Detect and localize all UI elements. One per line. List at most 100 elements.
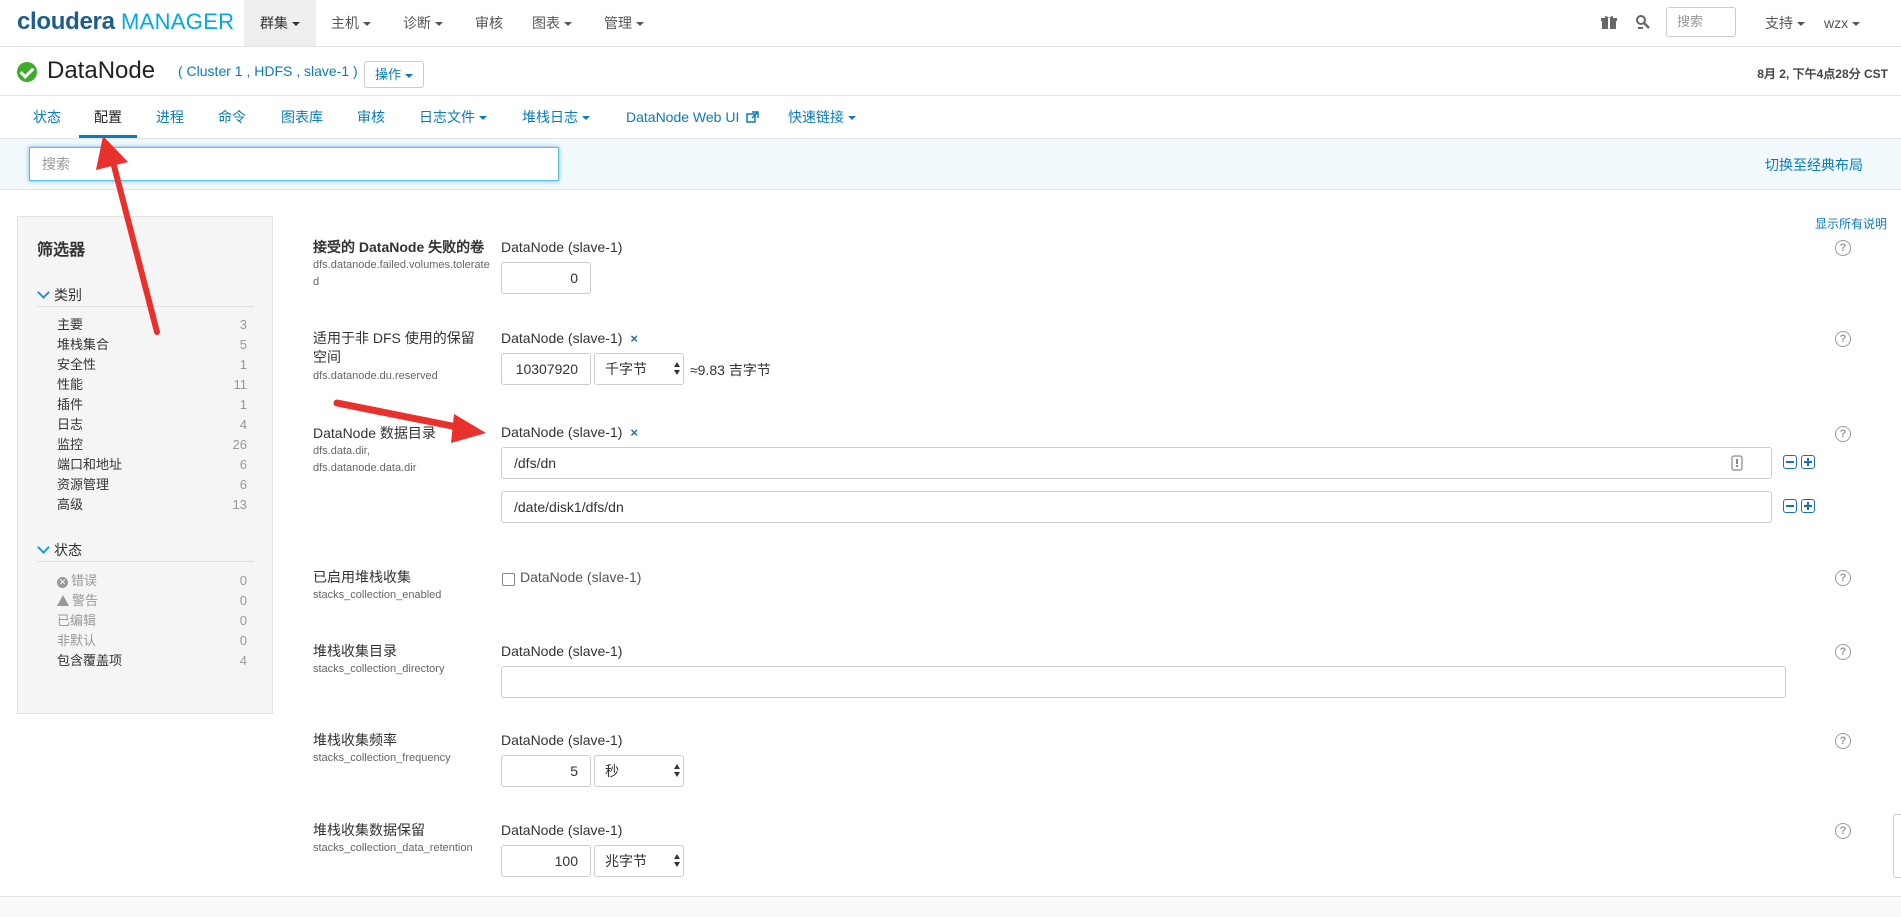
remove-row-icon[interactable]	[1783, 455, 1797, 469]
stacks-dir-input[interactable]	[501, 666, 1786, 698]
category-section-toggle[interactable]: 类别	[37, 285, 82, 305]
stacks-frequency-unit-select[interactable]: 秒	[594, 755, 684, 787]
category-count: 11	[233, 377, 248, 392]
help-icon[interactable]: ?	[1835, 733, 1851, 749]
nav-hosts[interactable]: 主机	[315, 0, 387, 46]
filter-category-item[interactable]: 堆栈集合 5	[57, 335, 247, 355]
unit-value: 兆字节	[605, 853, 647, 869]
tab-commands[interactable]: 命令	[203, 96, 261, 138]
config-label: 已启用堆栈收集	[313, 569, 411, 585]
filter-category-item[interactable]: 插件 1	[57, 395, 247, 415]
remove-row-icon[interactable]	[1783, 499, 1797, 513]
cloudera-manager-logo[interactable]: cloudera MANAGER	[17, 8, 234, 36]
filter-category-item[interactable]: 高级 13	[57, 495, 247, 515]
tab-stack-logs-label: 堆栈日志	[522, 109, 578, 125]
gift-icon[interactable]	[1601, 15, 1617, 30]
tab-log-files[interactable]: 日志文件	[404, 96, 502, 138]
config-scope: DataNode (slave-1)	[501, 643, 623, 659]
tab-quick-links[interactable]: 快速链接	[773, 96, 871, 138]
tab-web-ui-label: DataNode Web UI	[626, 109, 740, 125]
status-section-toggle[interactable]: 状态	[37, 540, 82, 560]
filter-category-item[interactable]: 监控 26	[57, 435, 247, 455]
data-dir-input-2[interactable]: /date/disk1/dfs/dn	[501, 491, 1772, 523]
nav-charts[interactable]: 图表	[516, 0, 588, 46]
tab-datanode-web-ui[interactable]: DataNode Web UI	[611, 96, 775, 138]
stacks-enabled-checkbox[interactable]	[502, 573, 515, 586]
failed-volumes-input[interactable]: 0	[501, 262, 591, 294]
du-reserved-unit-select[interactable]: 千字节	[594, 353, 684, 385]
help-icon[interactable]: ?	[1835, 570, 1851, 586]
nav-admin[interactable]: 管理	[588, 0, 660, 46]
footer-bar	[0, 896, 1901, 917]
tab-processes[interactable]: 进程	[141, 96, 199, 138]
config-label: 堆栈收集频率	[313, 732, 397, 748]
actions-button[interactable]: 操作	[364, 61, 425, 88]
tab-chart-library[interactable]: 图表库	[266, 96, 338, 138]
filter-status-non-default[interactable]: 非默认 0	[57, 631, 247, 651]
switch-classic-layout-link[interactable]: 切换至经典布局	[1765, 155, 1863, 175]
status-count: 0	[239, 633, 247, 648]
nav-charts-label: 图表	[532, 15, 560, 31]
config-key: dfs.datanode.failed.volumes.tolerated	[313, 259, 490, 288]
category-label: 安全性	[57, 357, 97, 372]
tab-audits[interactable]: 审核	[342, 96, 400, 138]
data-dir-input-1[interactable]: /dfs/dn	[501, 447, 1772, 479]
category-label: 监控	[57, 437, 84, 452]
unit-value: 秒	[605, 763, 619, 779]
config-key: stacks_collection_data_retention	[313, 842, 473, 854]
add-row-icon[interactable]	[1801, 499, 1815, 513]
keychain-icon[interactable]	[1731, 455, 1743, 471]
tab-configuration[interactable]: 配置	[79, 96, 137, 138]
nav-user[interactable]: wzx	[1808, 0, 1876, 46]
du-reserved-input[interactable]: 10307920	[501, 353, 591, 385]
stacks-retention-input[interactable]: 100	[501, 845, 591, 877]
help-icon[interactable]: ?	[1835, 823, 1851, 839]
parcel-icon[interactable]	[1635, 14, 1651, 30]
filter-status-error[interactable]: ✕ 错误 0	[57, 571, 247, 591]
remove-override-icon[interactable]: ×	[630, 425, 638, 440]
actions-label: 操作	[375, 67, 402, 82]
page-title: DataNode	[47, 57, 156, 84]
config-label: 接受的 DataNode 失败的卷	[313, 239, 485, 255]
filter-status-edited[interactable]: 已编辑 0	[57, 611, 247, 631]
unit-value: 千字节	[605, 361, 647, 377]
nav-audits-label: 审核	[475, 15, 503, 31]
category-title: 类别	[54, 287, 82, 303]
remove-override-icon[interactable]: ×	[630, 331, 638, 346]
top-search-input[interactable]: 搜索	[1666, 7, 1736, 37]
help-icon[interactable]: ?	[1835, 331, 1851, 347]
config-key: stacks_collection_frequency	[313, 752, 451, 764]
status-count: 0	[239, 573, 247, 588]
config-search-input[interactable]: 搜索	[29, 147, 559, 181]
chevron-down-icon	[37, 541, 50, 554]
filter-category-item[interactable]: 主要 3	[57, 315, 247, 335]
tab-stack-logs[interactable]: 堆栈日志	[507, 96, 605, 138]
config-key: stacks_collection_directory	[313, 663, 445, 675]
category-label: 日志	[57, 417, 84, 432]
feedback-tab[interactable]	[1893, 814, 1901, 878]
config-scope: DataNode (slave-1)	[501, 239, 623, 255]
filter-category-item[interactable]: 性能 11	[57, 375, 247, 395]
stacks-frequency-input[interactable]: 5	[501, 755, 591, 787]
category-count: 1	[239, 397, 247, 412]
help-icon[interactable]: ?	[1835, 240, 1851, 256]
filter-category-item[interactable]: 安全性 1	[57, 355, 247, 375]
breadcrumb[interactable]: ( Cluster 1 , HDFS , slave-1 )	[178, 63, 358, 79]
config-key: dfs.datanode.du.reserved	[313, 370, 438, 382]
category-label: 高级	[57, 497, 84, 512]
nav-diagnostics[interactable]: 诊断	[387, 0, 459, 46]
add-row-icon[interactable]	[1801, 455, 1815, 469]
filter-category-item[interactable]: 日志 4	[57, 415, 247, 435]
status-label: 错误	[71, 573, 98, 588]
filter-category-item[interactable]: 资源管理 6	[57, 475, 247, 495]
filter-status-overrides[interactable]: 包含覆盖项 4	[57, 651, 247, 671]
help-icon[interactable]: ?	[1835, 426, 1851, 442]
tab-status[interactable]: 状态	[18, 96, 76, 138]
nav-clusters[interactable]: 群集	[244, 0, 316, 46]
show-all-descriptions-link[interactable]: 显示所有说明	[1815, 215, 1887, 232]
filter-category-item[interactable]: 端口和地址 6	[57, 455, 247, 475]
stacks-retention-unit-select[interactable]: 兆字节	[594, 845, 684, 877]
nav-audits[interactable]: 审核	[459, 0, 519, 46]
filter-status-warning[interactable]: 警告 0	[57, 591, 247, 611]
help-icon[interactable]: ?	[1835, 644, 1851, 660]
